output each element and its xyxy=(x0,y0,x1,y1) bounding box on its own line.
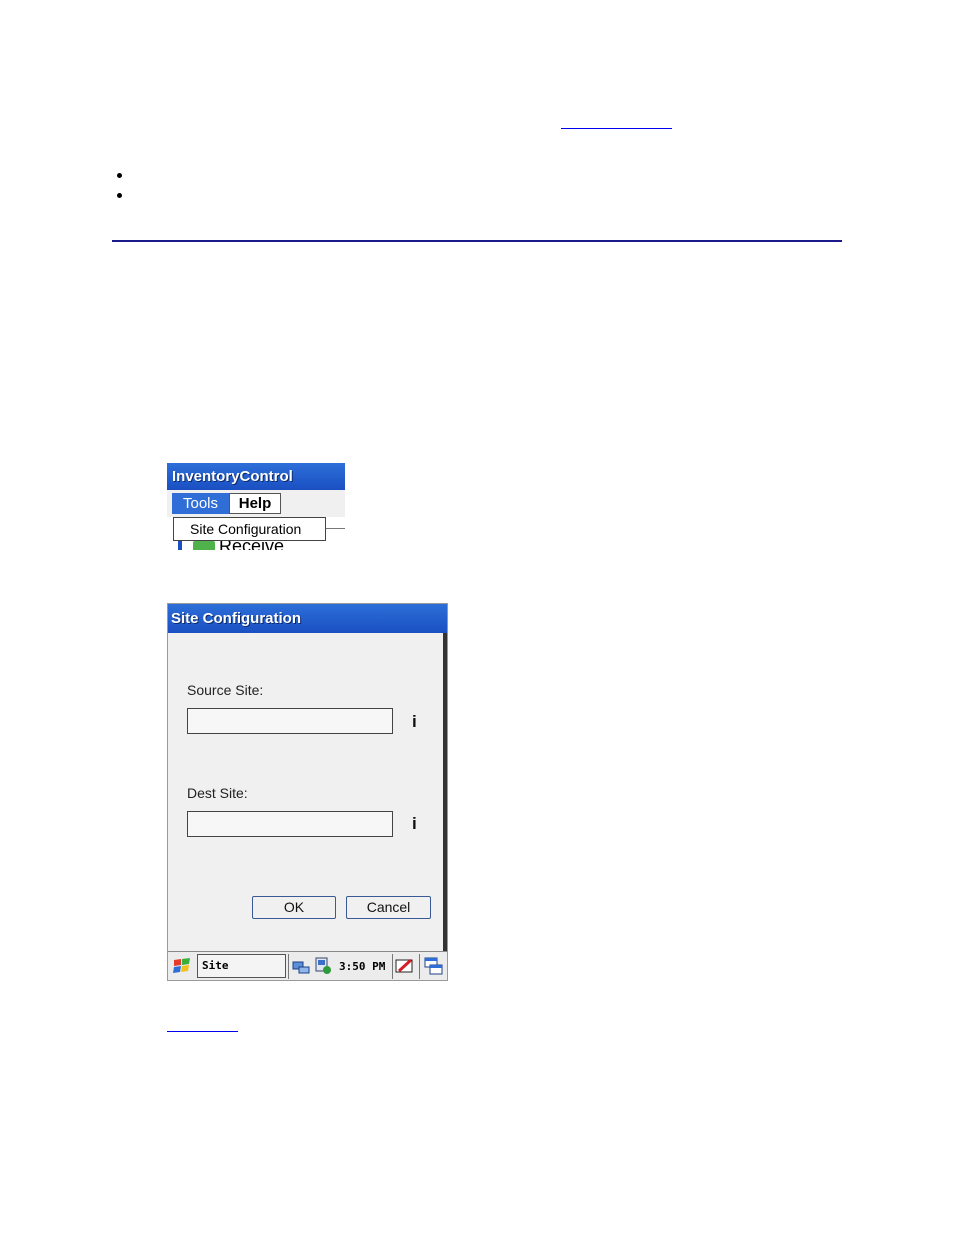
network-icon[interactable] xyxy=(292,958,310,974)
section-divider xyxy=(112,240,842,242)
bullet-marker xyxy=(117,193,122,198)
source-site-label: Source Site: xyxy=(187,682,264,698)
list-edge xyxy=(178,541,182,550)
app-title-bar: InventoryControl xyxy=(167,463,345,490)
window-switch-icon[interactable] xyxy=(424,957,444,976)
receive-icon xyxy=(193,541,215,550)
dialog-screenshot: Site Configuration Source Site: i Dest S… xyxy=(167,603,448,981)
menu-bar: Tools Help xyxy=(167,490,345,517)
windows-start-icon[interactable] xyxy=(172,956,192,976)
taskbar-clock[interactable]: 3:50 PM xyxy=(339,952,385,980)
menu-screenshot: InventoryControl Tools Help Receive Site… xyxy=(167,463,345,550)
top-link[interactable] xyxy=(561,128,672,129)
bullet-marker xyxy=(117,173,122,178)
dialog-title-bar: Site Configuration xyxy=(168,604,447,633)
taskbar: Site Config... 3:50 PM xyxy=(168,951,447,980)
cancel-button[interactable]: Cancel xyxy=(346,896,431,919)
bottom-link[interactable] xyxy=(167,1031,238,1032)
taskbar-divider xyxy=(288,954,289,979)
taskbar-app-button[interactable]: Site Config... xyxy=(197,954,286,978)
menu-tools[interactable]: Tools xyxy=(172,493,229,514)
dest-site-label: Dest Site: xyxy=(187,785,248,801)
menu-help[interactable]: Help xyxy=(229,493,281,514)
dest-site-input[interactable] xyxy=(187,811,393,837)
source-site-input[interactable] xyxy=(187,708,393,734)
source-site-info-icon[interactable]: i xyxy=(412,712,417,732)
dest-site-info-icon[interactable]: i xyxy=(412,814,417,834)
sync-icon[interactable] xyxy=(314,957,332,975)
ok-button[interactable]: OK xyxy=(252,896,336,919)
input-panel-icon[interactable] xyxy=(395,957,415,976)
window-edge xyxy=(443,633,447,951)
menu-item-site-configuration[interactable]: Site Configuration xyxy=(173,517,326,541)
taskbar-divider xyxy=(392,954,393,979)
divider-line xyxy=(326,528,345,529)
taskbar-divider xyxy=(419,954,420,979)
